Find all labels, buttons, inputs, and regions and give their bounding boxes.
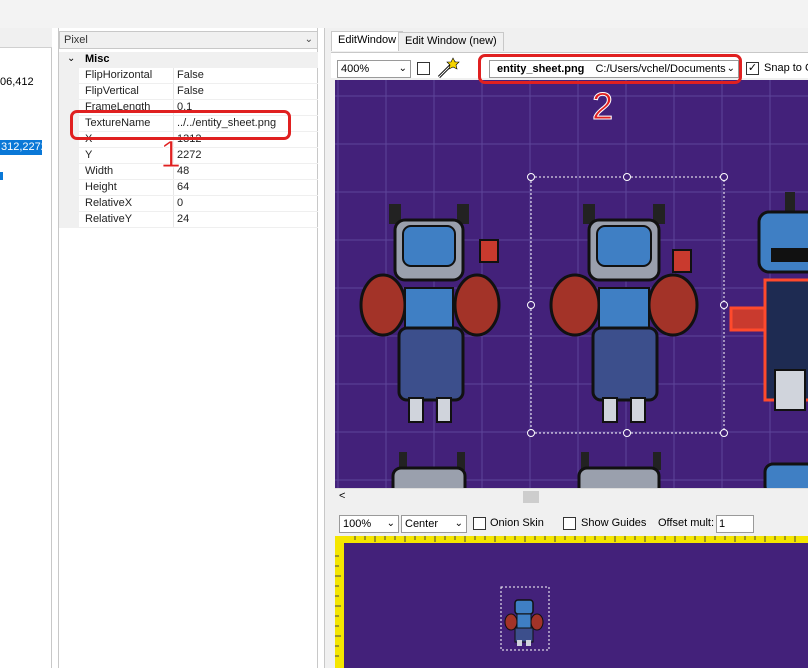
robot-sprite-frame-1[interactable] bbox=[359, 204, 501, 423]
category-row-misc[interactable]: ⌄ Misc bbox=[59, 52, 318, 68]
magic-wand-icon[interactable] bbox=[435, 57, 461, 79]
property-row-relativex[interactable]: RelativeX 0 bbox=[59, 196, 318, 212]
column-divider bbox=[173, 212, 174, 228]
row-gutter bbox=[59, 84, 79, 100]
object-type-label: Pixel bbox=[64, 34, 88, 46]
resize-handle bbox=[527, 429, 535, 437]
offset-mult-label: Offset mult: bbox=[658, 517, 715, 529]
resize-handle bbox=[527, 173, 535, 181]
chevron-down-icon: ⌄ bbox=[386, 518, 395, 529]
toggle-checkbox[interactable] bbox=[417, 62, 430, 75]
top-ruler bbox=[335, 536, 808, 543]
annotation-number-1: 1 bbox=[159, 134, 182, 177]
row-gutter bbox=[59, 148, 79, 164]
resize-handle bbox=[623, 173, 631, 181]
scrollbar-thumb[interactable] bbox=[523, 491, 539, 503]
chevron-down-icon: ⌄ bbox=[398, 63, 407, 74]
property-row-y[interactable]: Y 2272 bbox=[59, 148, 318, 164]
left-list-item[interactable]: 06,412 bbox=[0, 76, 34, 88]
snap-checkbox[interactable]: ✓ bbox=[746, 62, 759, 75]
property-value[interactable]: 64 bbox=[177, 181, 189, 193]
property-name: RelativeX bbox=[85, 197, 133, 209]
sprite-canvas[interactable] bbox=[335, 80, 808, 488]
property-name: FlipVertical bbox=[85, 85, 139, 97]
property-name: Height bbox=[85, 181, 117, 193]
property-name: FlipHorizontal bbox=[85, 69, 153, 81]
category-label: Misc bbox=[85, 53, 110, 65]
chevron-down-icon: ⌄ bbox=[454, 518, 463, 529]
left-panel-header bbox=[0, 28, 52, 48]
property-value[interactable]: False bbox=[177, 85, 204, 97]
resize-handle bbox=[720, 429, 728, 437]
resize-handle bbox=[623, 429, 631, 437]
property-name: RelativeY bbox=[85, 213, 133, 225]
scroll-left-arrow-icon[interactable]: < bbox=[339, 490, 345, 502]
row-gutter bbox=[59, 212, 79, 228]
zoom-value: 400% bbox=[341, 63, 370, 75]
property-name: Width bbox=[85, 165, 114, 177]
property-value[interactable]: 24 bbox=[177, 213, 189, 225]
row-gutter bbox=[59, 180, 79, 196]
column-divider bbox=[173, 196, 174, 212]
offset-mult-input[interactable]: 1 bbox=[716, 515, 754, 533]
annotation-number-2: 2 bbox=[591, 86, 614, 129]
show-guides-checkbox[interactable] bbox=[563, 517, 576, 530]
alignment-value: Center bbox=[405, 518, 439, 530]
preview-toolbar: 100% ⌄ Center ⌄ Onion Skin Show Guides O… bbox=[335, 512, 808, 536]
onion-skin-checkbox[interactable] bbox=[473, 517, 486, 530]
resize-handle bbox=[527, 301, 535, 309]
left-tree-panel bbox=[0, 28, 52, 668]
row-gutter bbox=[59, 68, 79, 84]
column-divider bbox=[173, 84, 174, 100]
onion-skin-label: Onion Skin bbox=[490, 517, 544, 529]
animation-preview[interactable] bbox=[335, 536, 808, 668]
chevron-down-icon: ⌄ bbox=[304, 34, 313, 45]
row-divider bbox=[79, 227, 318, 228]
robot-sprite-row-2-partial bbox=[391, 452, 808, 488]
canvas-drawing bbox=[335, 80, 808, 488]
annotation-box-texture-file bbox=[478, 54, 742, 84]
row-gutter bbox=[59, 196, 79, 212]
row-gutter bbox=[59, 164, 79, 180]
property-name: Y bbox=[85, 149, 93, 161]
show-guides-label: Show Guides bbox=[581, 517, 647, 529]
resize-handle bbox=[720, 173, 728, 181]
property-row-relativey[interactable]: RelativeY 24 bbox=[59, 212, 318, 228]
preview-robot-sprite bbox=[504, 599, 544, 646]
column-divider bbox=[173, 180, 174, 196]
zoom-combo[interactable]: 400% ⌄ bbox=[337, 60, 411, 78]
property-value[interactable]: False bbox=[177, 69, 204, 81]
column-divider bbox=[173, 68, 174, 84]
collapse-caret-icon[interactable]: ⌄ bbox=[67, 53, 75, 64]
property-row-width[interactable]: Width 48 bbox=[59, 164, 318, 180]
tab-edit-window-new[interactable]: Edit Window (new) bbox=[398, 32, 504, 51]
object-type-combo[interactable]: Pixel ⌄ bbox=[59, 31, 318, 49]
property-row-flipvertical[interactable]: FlipVertical False bbox=[59, 84, 318, 100]
property-row-height[interactable]: Height 64 bbox=[59, 180, 318, 196]
preview-zoom-combo[interactable]: 100% ⌄ bbox=[339, 515, 399, 533]
window-top-strip bbox=[0, 0, 808, 28]
alignment-combo[interactable]: Center ⌄ bbox=[401, 515, 467, 533]
ruler-ticks bbox=[335, 536, 796, 657]
preview-drawing bbox=[335, 536, 808, 668]
horizontal-scrollbar[interactable]: < bbox=[335, 488, 808, 504]
tab-editwindow[interactable]: EditWindow bbox=[331, 31, 404, 51]
property-row-fliphorizontal[interactable]: FlipHorizontal False bbox=[59, 68, 318, 84]
property-value[interactable]: 0 bbox=[177, 197, 183, 209]
resize-handle bbox=[720, 301, 728, 309]
left-list-marker bbox=[0, 172, 3, 180]
robot-sprite-frame-3-partial[interactable] bbox=[729, 192, 808, 411]
snap-label: Snap to G bbox=[764, 62, 808, 74]
left-list-item-selected[interactable]: 312,2272 bbox=[0, 140, 47, 155]
preview-zoom-value: 100% bbox=[343, 518, 372, 530]
robot-sprite-frame-2[interactable] bbox=[549, 204, 699, 423]
